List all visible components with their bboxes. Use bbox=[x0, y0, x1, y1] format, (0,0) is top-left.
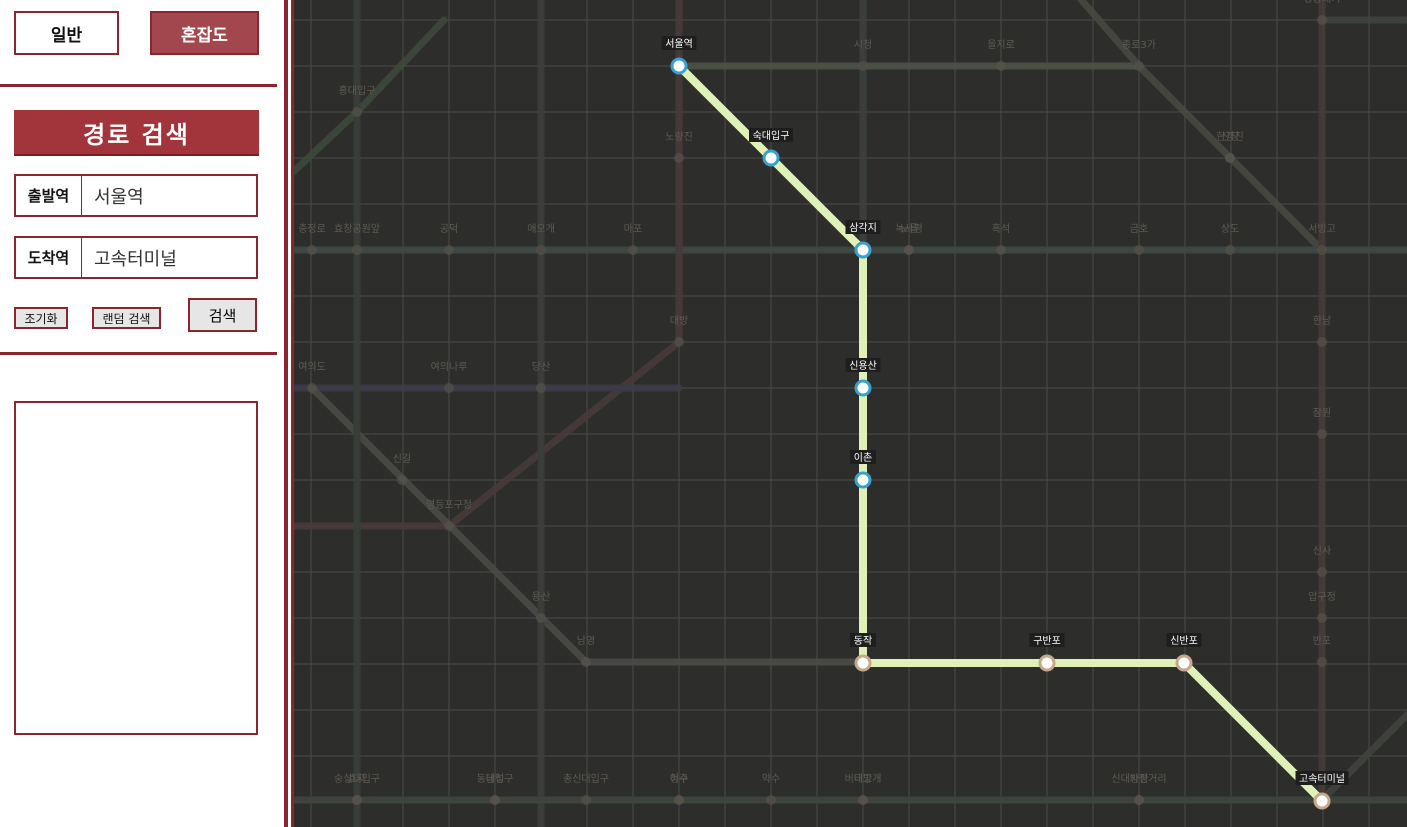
dim-station-label: 장승배기 bbox=[1304, 0, 1341, 5]
dim-station-label: 반포 bbox=[1313, 635, 1331, 647]
dim-station-label: 효창공원앞 bbox=[334, 223, 380, 235]
bg-line bbox=[294, 0, 683, 530]
bg-line bbox=[1318, 711, 1407, 804]
panel-divider bbox=[284, 0, 288, 827]
dim-station-label: 당산 bbox=[532, 361, 550, 373]
dim-station-label: 청구 bbox=[670, 773, 688, 785]
station-marker[interactable] bbox=[762, 149, 780, 167]
departure-label: 출발역 bbox=[16, 176, 82, 215]
sidebar: 일반 혼잡도 경로 검색 출발역 서울역 도착역 고속터미널 조기화 랜덤 검색… bbox=[0, 0, 284, 827]
dim-station-label: 흑석 bbox=[992, 222, 1010, 235]
dim-station-label: 영등포구청 bbox=[426, 499, 472, 511]
dim-station-label: 버티고개 bbox=[845, 773, 882, 785]
bg-line bbox=[1076, 0, 1326, 254]
dim-station-label: 여의도 bbox=[298, 361, 326, 373]
station-label: 숙대입구 bbox=[753, 129, 790, 142]
dim-station-label: 애오개 bbox=[527, 223, 555, 235]
dim-station-label: 한남 bbox=[1313, 315, 1331, 327]
dim-station-label: 신길 bbox=[393, 452, 411, 465]
map-canvas[interactable]: 홍대입구시청 을지로 종로3가신당충정로 효창공원앞 공덕 애오개 마포여의나루여의도 당산신… bbox=[294, 0, 1407, 827]
dim-station-label: 한강진 bbox=[1216, 131, 1244, 143]
station-marker[interactable] bbox=[854, 241, 872, 259]
bg-line bbox=[294, 16, 448, 177]
mode-crowd-button[interactable]: 혼잡도 bbox=[150, 11, 259, 55]
map-grid bbox=[294, 0, 1407, 827]
station-marker[interactable] bbox=[1038, 654, 1056, 672]
station-label: 이촌 bbox=[854, 452, 872, 464]
dim-station-label: 신사 bbox=[1313, 545, 1331, 557]
departure-input[interactable]: 서울역 bbox=[82, 183, 256, 209]
dim-station-label: 총신대입구 bbox=[563, 772, 609, 785]
dim-station-label: 용산 bbox=[532, 591, 550, 603]
dim-station-label: 약수 bbox=[762, 773, 780, 785]
dim-station-label: 공덕 bbox=[440, 223, 458, 235]
station-label: 고속터미널 bbox=[1299, 773, 1345, 785]
divider bbox=[0, 352, 277, 355]
route-search-title: 경로 검색 bbox=[14, 110, 259, 156]
background-stations: 홍대입구시청 을지로 종로3가신당충정로 효창공원앞 공덕 애오개 마포여의나루여의도 당산신… bbox=[298, 0, 1340, 805]
dim-station-label: 잠원 bbox=[1313, 407, 1331, 419]
dim-station-label: 을지로 bbox=[987, 39, 1015, 51]
dim-station-label: 충정로 bbox=[298, 223, 326, 235]
station-label: 서울역 bbox=[665, 38, 693, 50]
dim-station-label: 녹사평 bbox=[895, 223, 923, 235]
random-search-button[interactable]: 랜덤 검색 bbox=[92, 307, 161, 329]
divider bbox=[0, 84, 277, 87]
station-label: 구반포 bbox=[1033, 635, 1061, 647]
dim-station-label: 종로3가 bbox=[1122, 39, 1156, 51]
station-marker[interactable] bbox=[670, 57, 688, 75]
mode-normal-button[interactable]: 일반 bbox=[14, 11, 119, 55]
arrival-input[interactable]: 고속터미널 bbox=[82, 245, 256, 271]
dim-station-label: 노량진 bbox=[665, 131, 693, 143]
dim-station-label: 금호 bbox=[1130, 223, 1148, 235]
subway-map[interactable]: 홍대입구 시청 을지로 종로3가 신당 충정로 효창공원앞 공덕 애오개 마포 여의나루 여의도 당산 신… bbox=[294, 0, 1407, 827]
station-label: 신용산 bbox=[849, 360, 877, 372]
station-marker[interactable] bbox=[854, 471, 872, 489]
dim-station-label: 압구정 bbox=[1308, 590, 1336, 603]
station-marker[interactable] bbox=[854, 379, 872, 397]
reset-button[interactable]: 조기화 bbox=[14, 307, 68, 329]
station-marker[interactable] bbox=[1313, 792, 1331, 810]
search-button[interactable]: 검색 bbox=[188, 298, 257, 332]
arrival-label: 도착역 bbox=[16, 238, 82, 277]
dim-station-label: 동대입구 bbox=[477, 772, 514, 785]
station-label: 동작 bbox=[854, 635, 872, 647]
background-lines bbox=[294, 0, 1407, 827]
dim-station-label: 마포 bbox=[624, 223, 642, 235]
dim-station-label: 남영 bbox=[577, 635, 595, 647]
station-label: 삼각지 bbox=[849, 222, 877, 234]
station-marker[interactable] bbox=[854, 654, 872, 672]
departure-field[interactable]: 출발역 서울역 bbox=[14, 174, 258, 217]
dim-station-label: 시청 bbox=[854, 39, 872, 51]
dim-station-label: 상도 bbox=[1221, 223, 1239, 235]
result-panel bbox=[14, 401, 258, 735]
dim-station-label: 서빙고 bbox=[1308, 223, 1336, 235]
station-marker[interactable] bbox=[1175, 654, 1193, 672]
dim-station-label: 대방 bbox=[670, 315, 688, 327]
arrival-field[interactable]: 도착역 고속터미널 bbox=[14, 236, 258, 279]
station-label: 신반포 bbox=[1170, 635, 1198, 647]
dim-station-label: 여의나루 bbox=[431, 361, 468, 373]
dim-station-label: 효자 bbox=[348, 773, 366, 785]
dim-station-label: 홍대입구 bbox=[339, 84, 376, 97]
dim-station-label: 신대방삼거리 bbox=[1111, 773, 1166, 785]
